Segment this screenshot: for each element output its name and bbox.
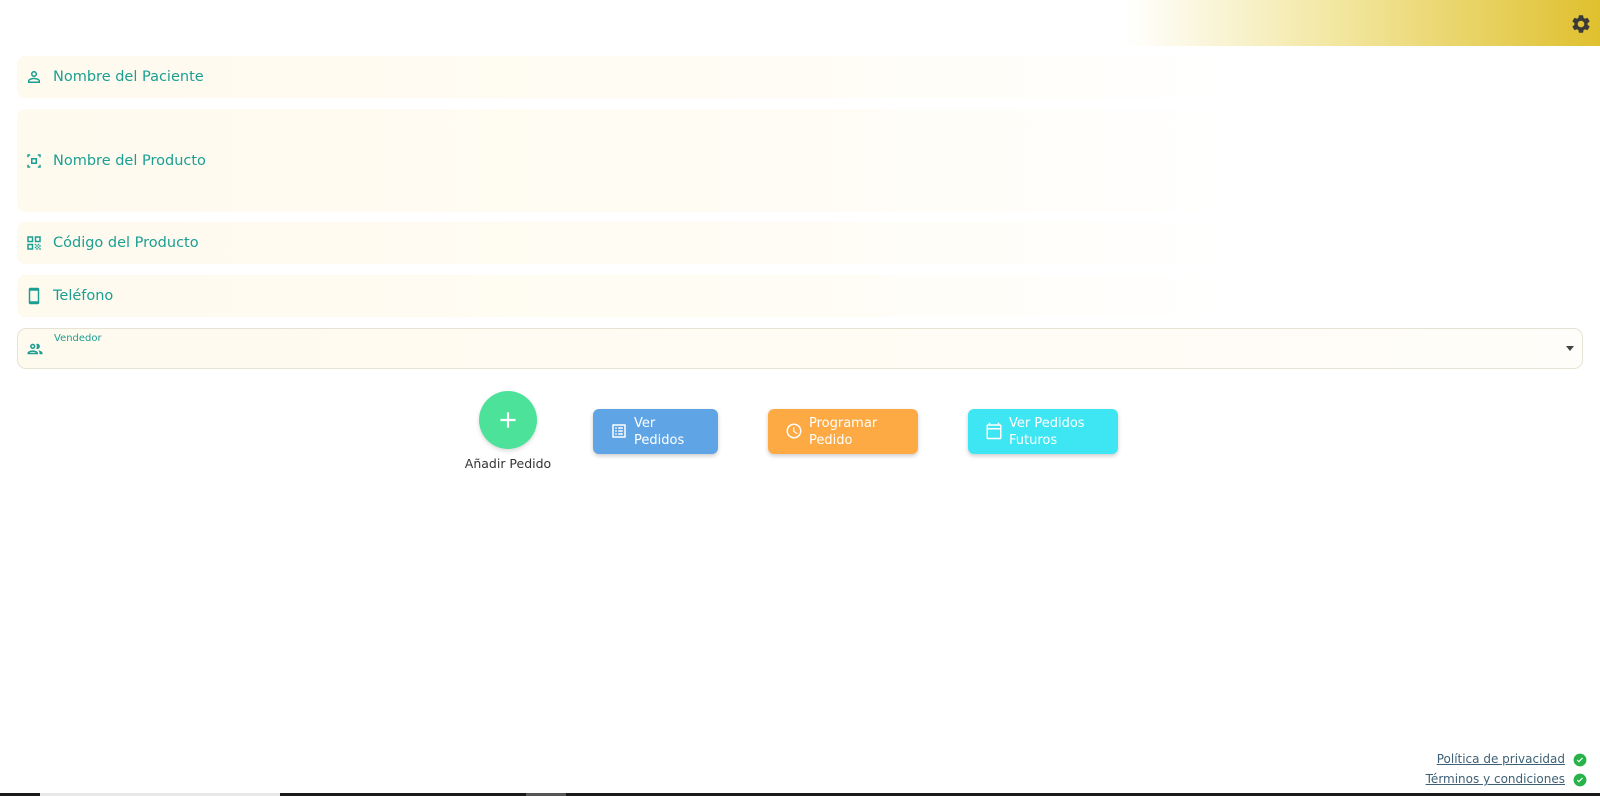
patient-name-field[interactable]: Nombre del Paciente — [17, 56, 1222, 98]
seller-label: Vendedor — [54, 333, 102, 344]
product-name-label: Nombre del Producto — [53, 152, 206, 169]
view-orders-button[interactable]: Ver Pedidos — [593, 409, 718, 454]
list-icon — [612, 424, 626, 438]
check-circle-icon — [1573, 753, 1587, 767]
add-order-button[interactable] — [479, 391, 537, 449]
clock-icon — [786, 423, 802, 439]
phone-label: Teléfono — [53, 288, 114, 304]
page: Nombre del Paciente Nombre del Producto … — [0, 0, 1600, 796]
chevron-down-icon[interactable] — [1566, 346, 1574, 351]
future-orders-button[interactable]: Ver Pedidos Futuros — [968, 409, 1118, 454]
gear-icon[interactable] — [1570, 13, 1592, 35]
privacy-policy-link[interactable]: Política de privacidad — [1437, 752, 1565, 766]
check-circle-icon — [1573, 773, 1587, 787]
qr-code-icon — [27, 236, 41, 250]
product-code-field[interactable]: Código del Producto — [17, 222, 1222, 264]
schedule-order-label: Programar Pedido — [809, 415, 878, 448]
top-bar — [1125, 0, 1600, 46]
plus-icon — [500, 412, 516, 428]
patient-name-label: Nombre del Paciente — [53, 69, 204, 85]
person-icon — [28, 71, 40, 83]
smartphone-icon — [28, 287, 40, 305]
schedule-order-button[interactable]: Programar Pedido — [768, 409, 918, 454]
terms-link[interactable]: Términos y condiciones — [1426, 772, 1565, 786]
product-code-label: Código del Producto — [53, 235, 199, 251]
product-icon — [27, 153, 41, 168]
view-orders-label: Ver Pedidos — [634, 415, 685, 448]
phone-field[interactable]: Teléfono — [17, 275, 1222, 317]
people-icon — [27, 343, 43, 355]
calendar-icon — [986, 422, 1002, 440]
future-orders-label: Ver Pedidos Futuros — [1009, 415, 1085, 448]
product-name-field[interactable]: Nombre del Producto — [17, 109, 1222, 212]
seller-select[interactable]: Vendedor — [17, 328, 1583, 369]
add-order-label: Añadir Pedido — [464, 456, 552, 471]
